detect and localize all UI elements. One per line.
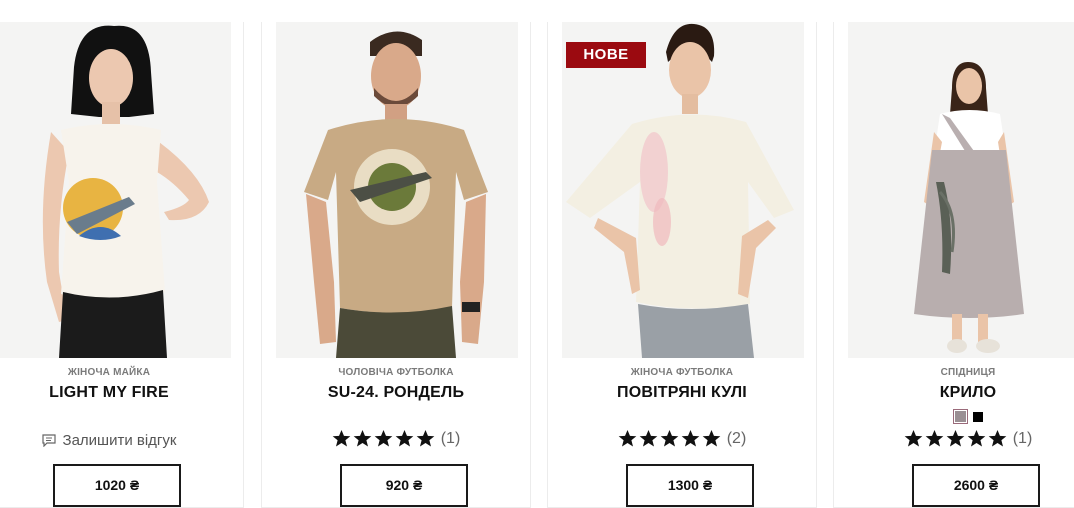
rating-count: (2): [726, 429, 747, 447]
star-icon: [988, 429, 1007, 447]
star-icon: [332, 429, 351, 447]
product-photo-woman-grey-skirt: [848, 22, 1074, 358]
product-photo-woman-white-tank: [0, 22, 231, 358]
product-card[interactable]: ЧОЛОВІЧА ФУТБОЛКА SU-24. РОНДЕЛЬ (1) 920…: [261, 22, 531, 508]
star-icon: [946, 429, 965, 447]
color-swatches: [834, 409, 1074, 424]
price-button[interactable]: 2600 ₴: [912, 464, 1040, 507]
product-photo-man-beige-tshirt: [276, 22, 518, 358]
star-icon: [925, 429, 944, 447]
product-photo-woman-cream-tshirt: [562, 22, 804, 358]
product-title[interactable]: LIGHT MY FIRE: [0, 384, 243, 402]
rating[interactable]: (1): [262, 429, 530, 448]
star-icon: [660, 429, 679, 447]
star-icon: [416, 429, 435, 447]
star-icon: [353, 429, 372, 447]
product-category: ЧОЛОВІЧА ФУТБОЛКА: [338, 367, 454, 378]
new-badge: НОВЕ: [566, 42, 646, 68]
product-card[interactable]: СПІДНИЦЯ КРИЛО (1) 2600 ₴: [833, 22, 1074, 508]
star-icon: [681, 429, 700, 447]
product-image[interactable]: [848, 22, 1074, 358]
product-title[interactable]: КРИЛО: [834, 384, 1074, 402]
price-button[interactable]: 1300 ₴: [626, 464, 754, 507]
star-icon: [374, 429, 393, 447]
rating[interactable]: (2): [548, 429, 816, 448]
price-button[interactable]: 1020 ₴: [53, 464, 181, 507]
product-category: СПІДНИЦЯ: [940, 367, 996, 378]
leave-review-label[interactable]: Залишити відгук: [63, 432, 177, 449]
star-icon: [618, 429, 637, 447]
star-icon: [395, 429, 414, 447]
product-category: ЖІНОЧА МАЙКА: [67, 367, 151, 378]
comment-icon: [41, 434, 56, 447]
product-image[interactable]: [276, 22, 518, 358]
price-button[interactable]: 920 ₴: [340, 464, 468, 507]
product-image[interactable]: [0, 22, 231, 358]
product-card[interactable]: НОВЕ ЖІНОЧА ФУТБОЛКА ПОВІТРЯНІ КУЛІ (2) …: [547, 22, 817, 508]
product-category: ЖІНОЧА ФУТБОЛКА: [630, 367, 734, 378]
star-icon: [904, 429, 923, 447]
rating-count: (1): [440, 429, 461, 447]
product-title[interactable]: ПОВІТРЯНІ КУЛІ: [548, 384, 816, 402]
rating[interactable]: (1): [834, 429, 1074, 448]
color-swatch[interactable]: [973, 411, 983, 422]
rating-count: (1): [1012, 429, 1033, 447]
color-swatch-selected[interactable]: [953, 409, 968, 424]
product-title[interactable]: SU-24. РОНДЕЛЬ: [262, 384, 530, 402]
product-card[interactable]: ЖІНОЧА МАЙКА LIGHT MY FIRE Залишити відг…: [0, 22, 244, 508]
star-icon: [639, 429, 658, 447]
leave-review-link[interactable]: Залишити відгук: [0, 432, 243, 449]
star-icon: [967, 429, 986, 447]
star-icon: [702, 429, 721, 447]
product-image[interactable]: НОВЕ: [562, 22, 804, 358]
